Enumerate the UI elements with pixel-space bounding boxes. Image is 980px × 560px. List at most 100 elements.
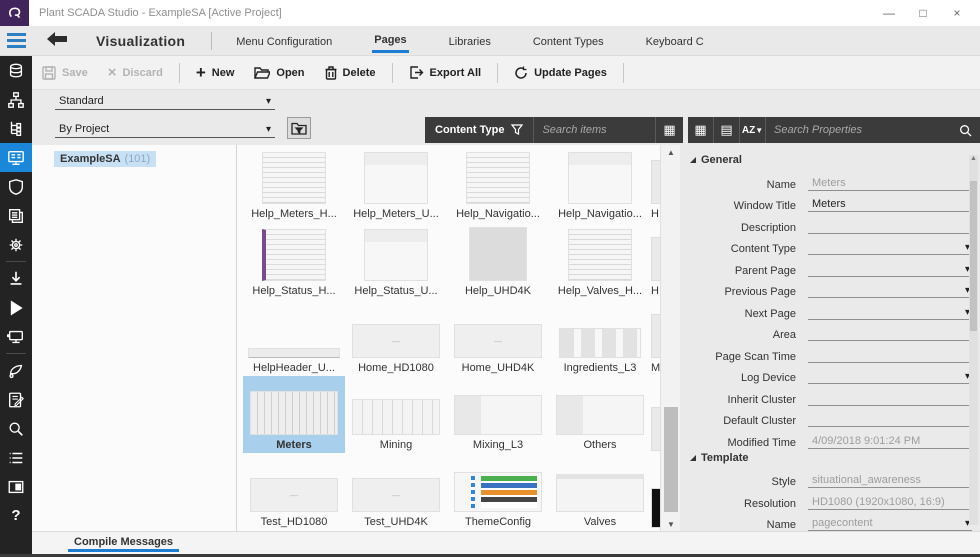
- area-field[interactable]: [808, 326, 972, 341]
- collapse-sections-icon: ▤: [720, 122, 732, 138]
- play-icon: [7, 299, 25, 317]
- style-field: situational_awareness: [808, 473, 972, 488]
- inherit-cluster-field[interactable]: [808, 391, 972, 406]
- property-row: Description: [690, 212, 972, 234]
- page-thumbnail[interactable]: Ingredients_L3: [549, 299, 651, 376]
- page-thumbnail[interactable]: Help_Status_U...: [345, 222, 447, 299]
- divider: [392, 63, 393, 83]
- save-button[interactable]: Save: [42, 66, 88, 80]
- update-pages-button[interactable]: Update Pages: [514, 66, 607, 80]
- page-thumbnail[interactable]: Help_UHD4K: [447, 222, 549, 299]
- sidebar-item-setup[interactable]: [0, 230, 32, 259]
- page-scan-time-field[interactable]: [808, 348, 972, 363]
- close-button[interactable]: ×: [940, 6, 974, 20]
- page-thumbnail-partial[interactable]: [651, 376, 660, 453]
- content-type-field[interactable]: ▾: [808, 240, 972, 255]
- search-properties-input[interactable]: [766, 124, 957, 136]
- group-by-dropdown[interactable]: By Project▾: [55, 121, 275, 138]
- content-type-filter-button[interactable]: Content Type: [425, 117, 534, 143]
- sidebar-item-help[interactable]: ?: [0, 501, 32, 530]
- new-button[interactable]: + New: [196, 63, 235, 83]
- sidebar-item-graphics[interactable]: [0, 356, 32, 385]
- page-thumbnail[interactable]: Help_Meters_U...: [345, 145, 447, 222]
- sidebar-item-visualization[interactable]: [0, 143, 32, 172]
- page-thumbnail-partial[interactable]: H: [651, 222, 660, 299]
- page-thumbnail[interactable]: Help_Valves_H...: [549, 222, 651, 299]
- scroll-up-icon[interactable]: ▲: [661, 145, 681, 159]
- sidebar-item-security[interactable]: [0, 172, 32, 201]
- tab-compile-messages[interactable]: Compile Messages: [68, 534, 179, 552]
- chevron-down-icon: ▾: [266, 124, 271, 135]
- tab-libraries[interactable]: Libraries: [447, 30, 493, 52]
- sidebar-item-lists[interactable]: [0, 443, 32, 472]
- description-field[interactable]: [808, 219, 972, 234]
- expand-all-button[interactable]: ▦: [688, 117, 714, 143]
- page-thumbnail-selected[interactable]: Meters: [243, 376, 345, 453]
- tab-menu-configuration[interactable]: Menu Configuration: [234, 30, 334, 52]
- scrollbar-thumb[interactable]: [664, 407, 678, 512]
- previous-page-field[interactable]: ▾: [808, 283, 972, 298]
- page-thumbnail-partial[interactable]: M: [651, 299, 660, 376]
- maximize-button[interactable]: □: [906, 6, 940, 20]
- grid-view-button[interactable]: ▦: [655, 117, 683, 143]
- page-thumbnail[interactable]: —Test_UHD4K: [345, 453, 447, 530]
- sidebar-item-find[interactable]: [0, 414, 32, 443]
- back-arrow-icon[interactable]: [46, 31, 68, 50]
- page-thumbnail[interactable]: Valves: [549, 453, 651, 530]
- template-name-field[interactable]: pagecontent▾: [808, 516, 972, 531]
- window-title-field[interactable]: Meters: [808, 197, 972, 212]
- discard-button[interactable]: × Discard: [108, 64, 163, 81]
- properties-scrollbar[interactable]: ▲: [969, 155, 978, 525]
- scrollbar-thumb[interactable]: [970, 181, 977, 331]
- sidebar-item-deploy[interactable]: [0, 264, 32, 293]
- scroll-down-icon[interactable]: ▼: [661, 517, 681, 531]
- page-thumbnail[interactable]: —Home_UHD4K: [447, 299, 549, 376]
- items-filter-bar: Content Type ▦: [425, 117, 683, 143]
- tab-content-types[interactable]: Content Types: [531, 30, 606, 52]
- page-thumbnail[interactable]: ThemeConfig: [447, 453, 549, 530]
- page-thumbnail[interactable]: Help_Status_H...: [243, 222, 345, 299]
- export-all-button[interactable]: Export All: [409, 66, 482, 79]
- sidebar-item-topology[interactable]: [0, 56, 32, 85]
- page-thumbnail-partial[interactable]: H: [651, 145, 660, 222]
- log-device-field[interactable]: ▾: [808, 369, 972, 384]
- search-items-input[interactable]: [534, 124, 655, 136]
- page-thumbnail-partial[interactable]: [651, 453, 660, 530]
- page-thumbnail[interactable]: Help_Navigatio...: [447, 145, 549, 222]
- hamburger-menu-icon[interactable]: [0, 33, 32, 48]
- sidebar-item-system-model[interactable]: [0, 85, 32, 114]
- sidebar-item-runtime[interactable]: [0, 322, 32, 351]
- tab-keyboard-commands[interactable]: Keyboard C: [644, 30, 706, 52]
- standard-dropdown[interactable]: Standard▾: [55, 93, 275, 110]
- page-thumbnail[interactable]: Help_Navigatio...: [549, 145, 651, 222]
- parent-page-field[interactable]: ▾: [808, 262, 972, 277]
- tree-item-project[interactable]: ExampleSA (101): [54, 151, 156, 167]
- name-field: Meters: [808, 176, 972, 191]
- sidebar-item-run[interactable]: [0, 293, 32, 322]
- page-thumbnail[interactable]: Help_Meters_H...: [243, 145, 345, 222]
- thumbnail-scrollbar[interactable]: ▲ ▼: [660, 145, 680, 531]
- collapse-triangle-icon: [690, 157, 696, 163]
- section-general[interactable]: General: [690, 151, 972, 169]
- next-page-field[interactable]: ▾: [808, 305, 972, 320]
- default-cluster-field[interactable]: [808, 412, 972, 427]
- page-thumbnail[interactable]: —Test_HD1080: [243, 453, 345, 530]
- sidebar-item-page-edit[interactable]: [0, 385, 32, 414]
- section-template[interactable]: Template: [690, 449, 972, 467]
- page-thumbnail[interactable]: Mining: [345, 376, 447, 453]
- folder-filter-button[interactable]: [287, 117, 311, 139]
- open-button[interactable]: Open: [254, 66, 304, 79]
- page-thumbnail[interactable]: Mixing_L3: [447, 376, 549, 453]
- page-thumbnail[interactable]: —Home_HD1080: [345, 299, 447, 376]
- tab-pages[interactable]: Pages: [372, 28, 408, 53]
- page-thumbnail[interactable]: Others: [549, 376, 651, 453]
- page-thumbnail[interactable]: HelpHeader_U...: [243, 299, 345, 376]
- sidebar-item-pages[interactable]: [0, 201, 32, 230]
- delete-button[interactable]: Delete: [325, 66, 376, 80]
- sidebar-item-windows[interactable]: [0, 472, 32, 501]
- sidebar-item-tags[interactable]: [0, 114, 32, 143]
- scroll-up-icon[interactable]: ▲: [969, 155, 978, 162]
- sort-az-button[interactable]: AZ▼: [740, 117, 766, 143]
- collapse-all-button[interactable]: ▤: [714, 117, 740, 143]
- minimize-button[interactable]: —: [872, 6, 906, 20]
